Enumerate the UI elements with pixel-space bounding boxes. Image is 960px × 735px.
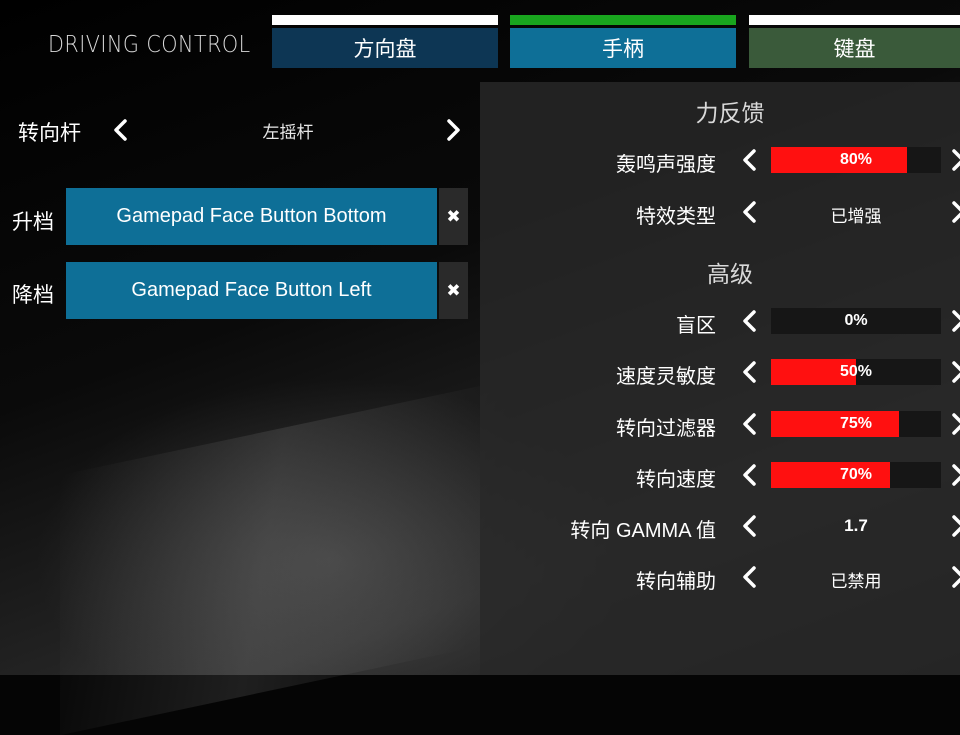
chevron-right-icon[interactable] <box>950 464 960 486</box>
steering-speed-label: 转向速度 <box>636 469 716 491</box>
tab-wheel[interactable]: 方向盘 <box>272 15 498 68</box>
section-title-force-feedback: 力反馈 <box>695 100 765 126</box>
chevron-right-icon[interactable] <box>950 515 960 537</box>
chevron-left-icon[interactable] <box>742 361 758 383</box>
tab-keyboard[interactable]: 键盘 <box>749 15 960 68</box>
tab-indicator-active <box>510 15 736 25</box>
chevron-right-icon[interactable] <box>950 413 960 435</box>
chevron-left-icon[interactable] <box>742 515 758 537</box>
rumble-label: 轰鸣声强度 <box>616 154 716 176</box>
chevron-left-icon[interactable] <box>742 464 758 486</box>
slider-value: 75% <box>839 415 873 432</box>
chevron-right-icon[interactable] <box>950 149 960 171</box>
steering-speed-slider[interactable]: 70% <box>771 462 941 488</box>
steering-gamma-value: 1.7 <box>844 516 868 535</box>
chevron-left-icon[interactable] <box>742 149 758 171</box>
steering-value: 左摇杆 <box>262 123 314 142</box>
tab-label: 方向盘 <box>272 28 498 68</box>
section-title-advanced: 高级 <box>707 261 753 287</box>
shift-up-binding-button[interactable]: Gamepad Face Button Bottom <box>66 188 437 245</box>
tab-indicator <box>749 15 960 25</box>
chevron-left-icon[interactable] <box>742 566 758 588</box>
steering-assist-label: 转向辅助 <box>636 571 716 593</box>
tab-label: 键盘 <box>749 28 960 68</box>
tab-gamepad[interactable]: 手柄 <box>510 15 736 68</box>
speed-sensitivity-slider[interactable]: 50% <box>771 359 941 385</box>
chevron-left-icon[interactable] <box>113 119 129 141</box>
slider-value: 50% <box>839 363 873 380</box>
page-title: DRIVING CONTROL <box>48 32 251 58</box>
shift-down-label: 降档 <box>12 284 54 307</box>
close-icon[interactable]: ✖ <box>439 188 468 245</box>
chevron-left-icon[interactable] <box>742 310 758 332</box>
shift-up-label: 升档 <box>12 211 54 234</box>
shift-down-binding-button[interactable]: Gamepad Face Button Left <box>66 262 437 319</box>
chevron-right-icon[interactable] <box>445 119 461 141</box>
speed-sensitivity-label: 速度灵敏度 <box>616 366 716 388</box>
slider-value: 0% <box>844 312 868 329</box>
chevron-right-icon[interactable] <box>950 361 960 383</box>
chevron-right-icon[interactable] <box>950 310 960 332</box>
effect-type-value: 已增强 <box>830 207 882 226</box>
close-icon[interactable]: ✖ <box>439 262 468 319</box>
steering-filter-slider[interactable]: 75% <box>771 411 941 437</box>
tab-label: 手柄 <box>510 28 736 68</box>
deadzone-label: 盲区 <box>676 315 716 337</box>
deadzone-slider[interactable]: 0% <box>771 308 941 334</box>
slider-value: 80% <box>839 151 873 168</box>
chevron-right-icon[interactable] <box>950 201 960 223</box>
steering-label: 转向杆 <box>18 122 81 145</box>
steering-filter-label: 转向过滤器 <box>616 418 716 440</box>
steering-gamma-label: 转向 GAMMA 值 <box>570 520 716 542</box>
tab-indicator <box>272 15 498 25</box>
chevron-right-icon[interactable] <box>950 566 960 588</box>
rumble-slider[interactable]: 80% <box>771 147 941 173</box>
chevron-left-icon[interactable] <box>742 413 758 435</box>
effect-type-label: 特效类型 <box>636 206 716 228</box>
steering-assist-value: 已禁用 <box>830 572 882 591</box>
chevron-left-icon[interactable] <box>742 201 758 223</box>
slider-value: 70% <box>839 466 873 483</box>
